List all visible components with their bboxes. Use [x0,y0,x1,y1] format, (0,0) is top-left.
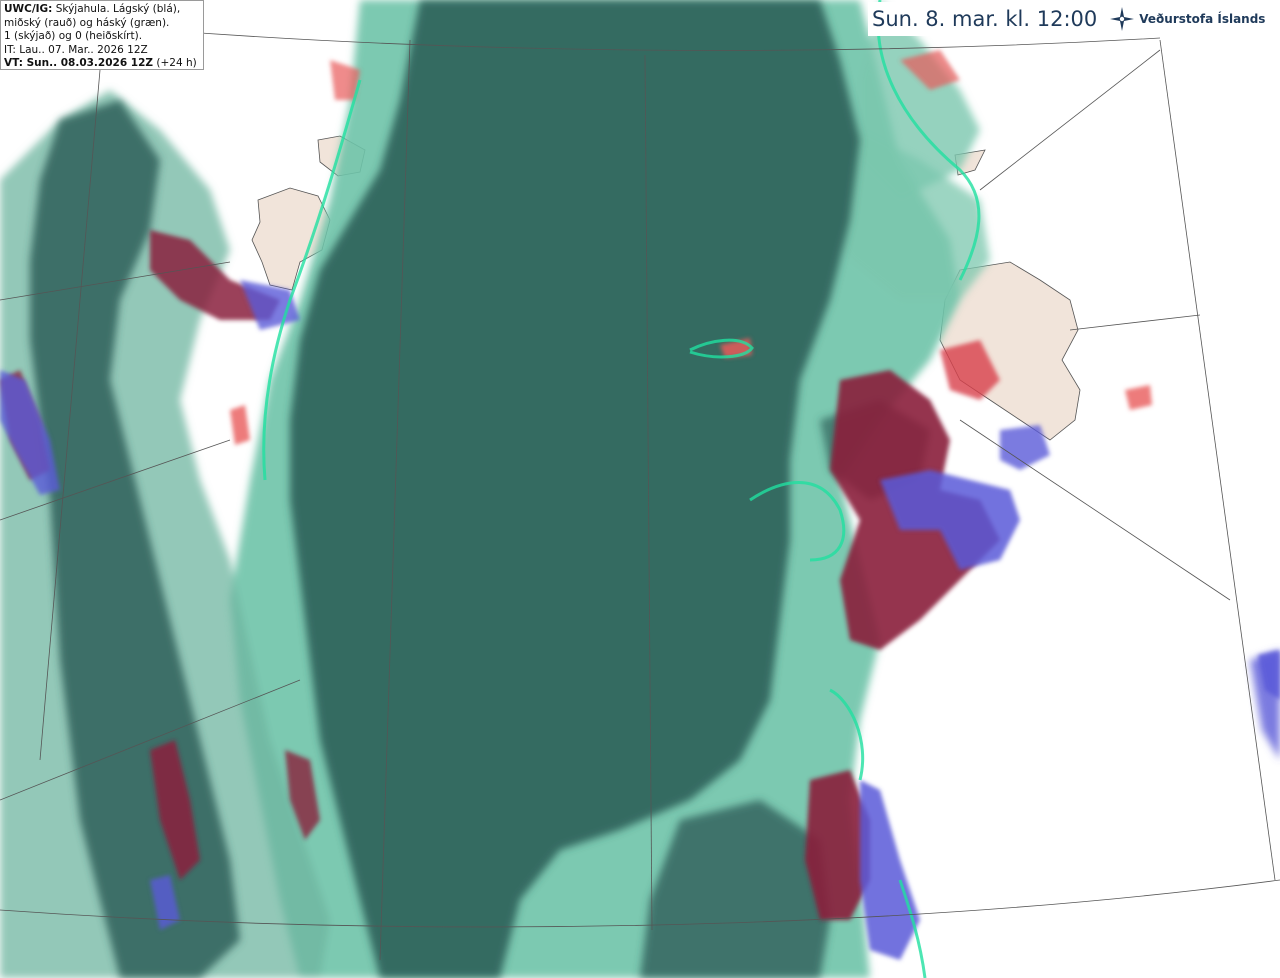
valid-time-title: Sun. 8. mar. kl. 12:00 [872,7,1098,31]
cloud-cover-map [0,0,1280,978]
title-box: Sun. 8. mar. kl. 12:00 Veðurstofa Ísland… [868,2,1278,36]
product-info-box: UWC/IG: Skýjahula. Lágský (blá), miðský … [0,0,204,70]
lead-time: (+24 h) [156,57,197,70]
product-label: UWC/IG: [4,3,53,15]
product-desc-line3: 1 (skýjað) og 0 (heiðskírt). [4,30,143,43]
product-desc-line2: miðský (rauð) og háský (græn). [4,16,170,29]
issue-time: IT: Lau.. 07. Mar.. 2026 12Z [4,43,148,56]
brand-logo: Veðurstofa Íslands [1109,6,1265,32]
valid-time: VT: Sun.. 08.03.2026 12Z [4,57,154,70]
vedurstofa-star-icon [1110,7,1135,31]
brand-name: Veðurstofa Íslands [1139,12,1266,26]
product-desc-line1: Skýjahula. Lágský (blá), [55,3,181,15]
